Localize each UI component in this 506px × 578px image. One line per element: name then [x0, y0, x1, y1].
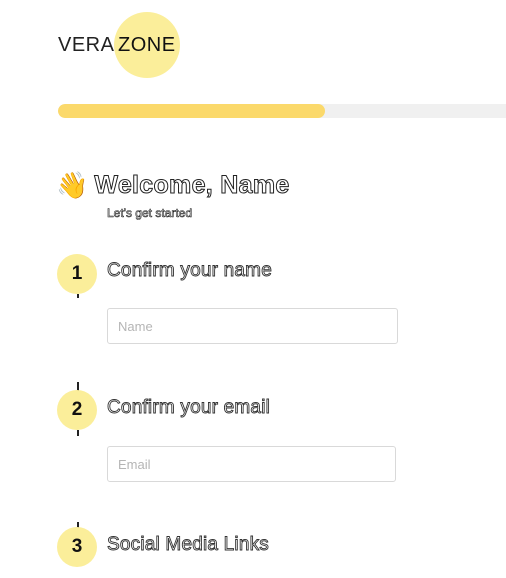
step-1-title: Confirm your name	[107, 260, 273, 282]
step-2-title: Confirm your email	[107, 397, 271, 419]
welcome-header: 👋 Welcome, Name	[56, 170, 290, 200]
step-connector-2-bottom	[77, 430, 79, 436]
step-3-badge: 3	[57, 527, 97, 567]
page-title: Welcome, Name	[94, 170, 290, 199]
progress-bar-fill	[58, 104, 325, 118]
page-subtitle: Let's get started	[107, 206, 193, 221]
step-2-badge: 2	[57, 390, 97, 430]
waving-hand-icon: 👋	[56, 170, 89, 200]
name-input[interactable]	[107, 308, 398, 344]
brand-logo: VERA ZONE	[58, 12, 198, 78]
progress-bar	[58, 104, 506, 118]
step-1-badge: 1	[57, 254, 97, 294]
email-input[interactable]	[107, 446, 396, 482]
logo-text-zone: ZONE	[118, 34, 176, 56]
logo-text-vera: VERA	[58, 34, 115, 56]
step-connector-1	[77, 294, 79, 298]
step-3-title: Social Media Links	[107, 534, 270, 556]
